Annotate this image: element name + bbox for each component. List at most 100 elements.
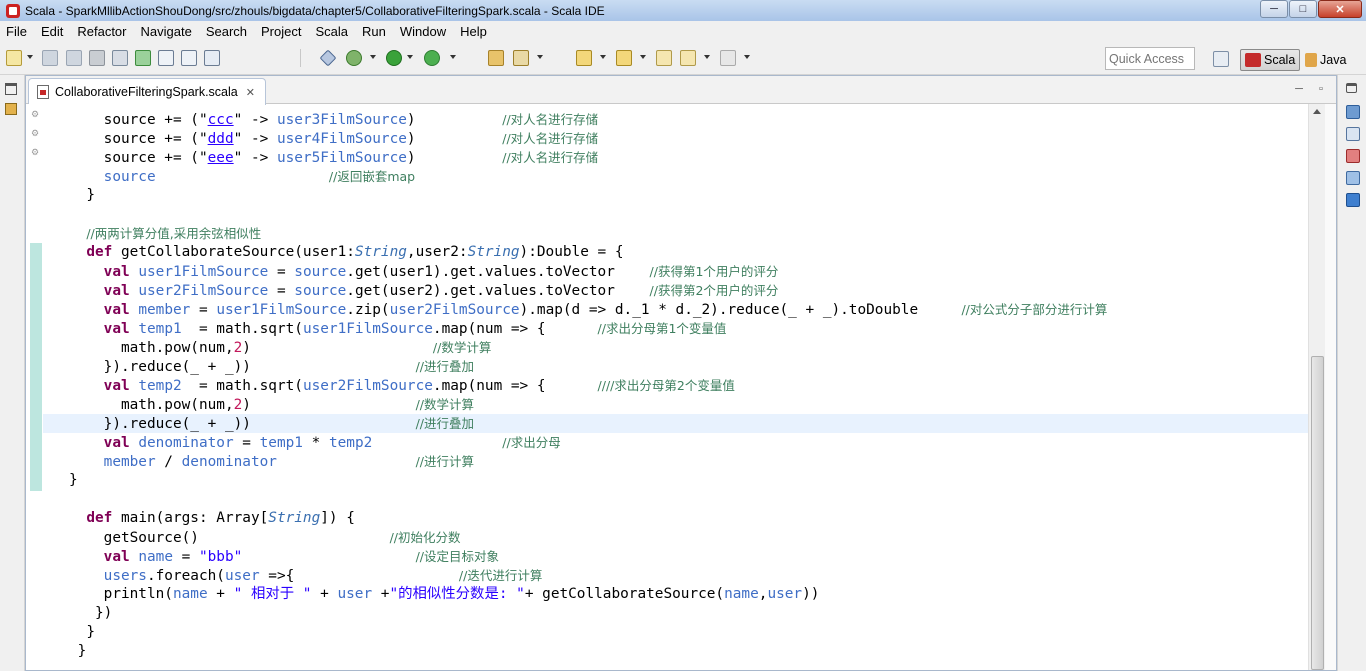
previous-annotation-dropdown-icon[interactable] <box>640 55 646 59</box>
code-line[interactable]: }).reduce(_ + _)) //进行叠加 <box>43 357 1308 376</box>
code-token: .foreach( <box>146 568 225 584</box>
code-line[interactable]: def getCollaborateSource(user1:String,us… <box>43 243 1308 262</box>
menu-edit[interactable]: Edit <box>34 24 70 39</box>
code-line[interactable]: source += ("ddd" -> user4FilmSource) //对… <box>43 129 1308 148</box>
close-tab-icon[interactable]: ✕ <box>246 86 255 99</box>
code-editor[interactable]: source += ("ccc" -> user3FilmSource) //对… <box>43 104 1308 670</box>
open-resource-icon[interactable] <box>181 50 197 66</box>
code-line[interactable]: math.pow(num,2) //数学计算 <box>43 338 1308 357</box>
console-icon[interactable] <box>1346 193 1360 207</box>
code-line[interactable]: //两两计算分值,采用余弦相似性 <box>43 224 1308 243</box>
code-line[interactable]: member / denominator //进行计算 <box>43 452 1308 471</box>
new-dropdown-icon[interactable] <box>27 55 33 59</box>
code-line[interactable]: val member = user1FilmSource.zip(user2Fi… <box>43 300 1308 319</box>
code-line[interactable]: def main(args: Array[String]) { <box>43 509 1308 528</box>
code-line[interactable]: } <box>43 471 1308 490</box>
scrollbar-thumb[interactable] <box>1311 356 1324 670</box>
package-explorer-icon[interactable] <box>5 103 17 115</box>
code-line[interactable]: println(name + " 相对于 " + user +"的相似性分数是:… <box>43 585 1308 604</box>
menu-scala[interactable]: Scala <box>308 24 355 39</box>
vertical-scrollbar[interactable] <box>1308 104 1325 670</box>
code-line[interactable]: } <box>43 186 1308 205</box>
toggle-mark-icon[interactable] <box>112 50 128 66</box>
code-line[interactable]: source += ("ccc" -> user3FilmSource) //对… <box>43 110 1308 129</box>
code-line[interactable]: val temp2 = math.sqrt(user2FilmSource.ma… <box>43 376 1308 395</box>
previous-annotation-icon[interactable] <box>616 50 632 66</box>
code-token: user2FilmSource <box>389 302 520 318</box>
new-icon[interactable] <box>6 50 22 66</box>
code-comment: //求出分母 <box>502 435 561 450</box>
forward-icon[interactable] <box>720 50 736 66</box>
menu-window[interactable]: Window <box>393 24 453 39</box>
debug-dropdown-icon[interactable] <box>370 55 376 59</box>
code-line[interactable]: getSource() //初始化分数 <box>43 528 1308 547</box>
new-scala-class-icon[interactable] <box>513 50 529 66</box>
new-class-dropdown-icon[interactable] <box>537 55 543 59</box>
next-annotation-dropdown-icon[interactable] <box>600 55 606 59</box>
menu-project[interactable]: Project <box>254 24 308 39</box>
menu-run[interactable]: Run <box>355 24 393 39</box>
menu-search[interactable]: Search <box>199 24 254 39</box>
restore-icon[interactable] <box>5 83 17 95</box>
external-tools-dropdown-icon[interactable] <box>450 55 456 59</box>
next-annotation-icon[interactable] <box>576 50 592 66</box>
editor-tab[interactable]: CollaborativeFilteringSpark.scala ✕ <box>28 78 266 105</box>
maximize-button[interactable]: □ <box>1289 0 1317 18</box>
open-type-icon[interactable] <box>158 50 174 66</box>
debug-icon[interactable] <box>346 50 362 66</box>
menu-navigate[interactable]: Navigate <box>134 24 199 39</box>
code-line[interactable]: val denominator = temp1 * temp2 //求出分母 <box>43 433 1308 452</box>
code-line[interactable]: val user1FilmSource = source.get(user1).… <box>43 262 1308 281</box>
quick-access-input[interactable] <box>1105 47 1195 70</box>
code-token: .get(user2).get.values.toVector <box>346 283 650 299</box>
code-line[interactable] <box>43 205 1308 224</box>
code-line[interactable]: } <box>43 623 1308 642</box>
save-all-icon[interactable] <box>66 50 82 66</box>
code-line[interactable]: }).reduce(_ + _)) //进行叠加 <box>43 414 1308 433</box>
code-line[interactable]: } <box>43 642 1308 661</box>
problems-icon[interactable] <box>1346 149 1360 163</box>
back-icon[interactable] <box>680 50 696 66</box>
scala-interpreter-icon[interactable] <box>204 50 220 66</box>
print-icon[interactable] <box>89 50 105 66</box>
menu-file[interactable]: File <box>0 24 34 39</box>
code-line[interactable]: val user2FilmSource = source.get(user2).… <box>43 281 1308 300</box>
last-edit-location-icon[interactable] <box>656 50 672 66</box>
run-icon[interactable] <box>386 50 402 66</box>
outline-icon[interactable] <box>1346 105 1360 119</box>
forward-dropdown-icon[interactable] <box>744 55 750 59</box>
code-token: users <box>103 568 147 584</box>
menu-refactor[interactable]: Refactor <box>70 24 133 39</box>
run-dropdown-icon[interactable] <box>407 55 413 59</box>
minimize-button[interactable]: ─ <box>1260 0 1288 18</box>
task-list-icon[interactable] <box>1346 127 1360 141</box>
close-window-button[interactable]: ✕ <box>1318 0 1362 18</box>
code-comment: //进行叠加 <box>415 359 474 374</box>
scala-perspective-button[interactable]: Scala <box>1240 49 1301 71</box>
external-tools-icon[interactable] <box>424 50 440 66</box>
code-line[interactable]: source += ("eee" -> user5FilmSource) //对… <box>43 148 1308 167</box>
build-icon[interactable] <box>135 50 151 66</box>
code-token: + <box>207 586 234 602</box>
code-line[interactable]: val temp1 = math.sqrt(user1FilmSource.ma… <box>43 319 1308 338</box>
code-line[interactable]: source //返回嵌套map <box>43 167 1308 186</box>
open-perspective-icon[interactable] <box>1213 51 1229 67</box>
code-line[interactable]: users.foreach(user =>{ //迭代进行计算 <box>43 566 1308 585</box>
scroll-up-icon[interactable] <box>1313 109 1321 114</box>
java-perspective-button[interactable]: Java <box>1301 49 1350 71</box>
code-token: = <box>190 302 217 318</box>
menu-help[interactable]: Help <box>453 24 494 39</box>
javadoc-icon[interactable] <box>1346 171 1360 185</box>
save-icon[interactable] <box>42 50 58 66</box>
restore-right-icon[interactable] <box>1346 83 1357 93</box>
code-line[interactable]: val name = "bbb" //设定目标对象 <box>43 547 1308 566</box>
minimize-editor-icon[interactable]: ─ <box>1292 83 1306 95</box>
new-scala-project-icon[interactable] <box>488 50 504 66</box>
code-line[interactable]: math.pow(num,2) //数学计算 <box>43 395 1308 414</box>
code-line[interactable]: }) <box>43 604 1308 623</box>
back-dropdown-icon[interactable] <box>704 55 710 59</box>
maximize-editor-icon[interactable]: ▫ <box>1314 83 1328 95</box>
skip-breakpoints-icon[interactable] <box>319 49 337 67</box>
code-line[interactable] <box>43 490 1308 509</box>
title-bar: Scala - SparkMllibActionShouDong/src/zho… <box>0 0 1366 21</box>
